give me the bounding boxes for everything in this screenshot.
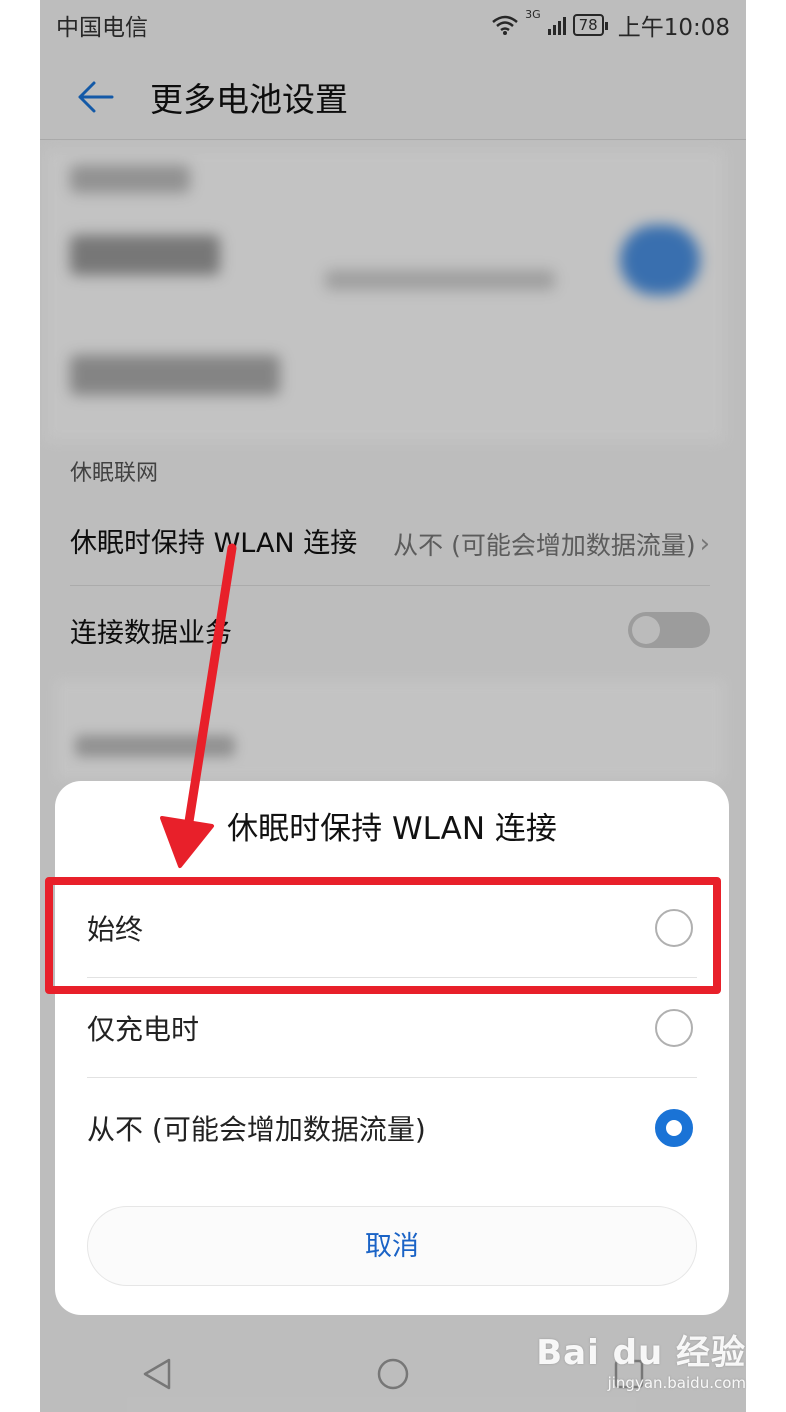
option-always-label: 始终 bbox=[87, 912, 144, 946]
wlan-sleep-setting-label: 休眠时保持 WLAN 连接 bbox=[70, 527, 358, 559]
data-service-label: 连接数据业务 bbox=[70, 617, 232, 649]
wlan-sleep-setting-value: 从不 (可能会增加数据流量) bbox=[393, 530, 696, 560]
cancel-button[interactable]: 取消 bbox=[87, 1206, 697, 1286]
option-never[interactable]: 从不 (可能会增加数据流量) bbox=[87, 1078, 697, 1178]
status-bar: 中国电信 3G 78 上午10:08 bbox=[40, 0, 746, 50]
chevron-right-icon: › bbox=[699, 528, 710, 559]
option-while-charging[interactable]: 仅充电时 bbox=[87, 978, 697, 1078]
blurred-settings-area bbox=[45, 150, 725, 442]
back-button[interactable] bbox=[40, 80, 150, 114]
circle-home-icon bbox=[377, 1358, 409, 1390]
nav-home-button[interactable] bbox=[376, 1357, 410, 1391]
watermark-logo: Bai du 经验 bbox=[536, 1333, 746, 1373]
radio-unchecked-icon[interactable] bbox=[655, 1008, 693, 1047]
signal-icon bbox=[547, 17, 566, 35]
app-header: 更多电池设置 bbox=[40, 55, 746, 140]
page-title: 更多电池设置 bbox=[150, 80, 348, 119]
option-while-charging-label: 仅充电时 bbox=[87, 1012, 200, 1046]
option-never-label: 从不 (可能会增加数据流量) bbox=[87, 1113, 426, 1146]
watermark-url: jingyan.baidu.com bbox=[607, 1374, 746, 1392]
wlan-sleep-setting-row[interactable]: 休眠时保持 WLAN 连接 从不 (可能会增加数据流量) › bbox=[70, 502, 710, 586]
watermark: Bai du 经验 jingyan.baidu.com bbox=[536, 1325, 746, 1392]
section-label: 休眠联网 bbox=[70, 461, 159, 486]
data-service-toggle[interactable] bbox=[628, 612, 710, 648]
status-icons: 3G 78 上午10:08 bbox=[491, 8, 730, 42]
radio-unchecked-icon[interactable] bbox=[655, 908, 693, 947]
carrier-label: 中国电信 bbox=[56, 15, 148, 41]
option-always[interactable]: 始终 bbox=[87, 878, 697, 978]
clock: 上午10:08 bbox=[617, 15, 730, 41]
radio-checked-icon[interactable] bbox=[655, 1109, 693, 1147]
dialog-title: 休眠时保持 WLAN 连接 bbox=[227, 811, 557, 847]
wlan-sleep-dialog: 休眠时保持 WLAN 连接 始终 仅充电时 从不 (可能会增加数据流量) 取消 bbox=[55, 781, 729, 1315]
nav-back-button[interactable] bbox=[141, 1357, 173, 1391]
toggle-knob bbox=[632, 616, 660, 644]
network-type-label: 3G bbox=[525, 8, 541, 21]
triangle-back-icon bbox=[144, 1358, 171, 1390]
battery-icon: 78 bbox=[572, 14, 608, 36]
data-service-row: 连接数据业务 bbox=[70, 590, 710, 670]
back-arrow-icon bbox=[78, 81, 114, 113]
wifi-icon bbox=[492, 15, 518, 35]
blurred-settings-area-2 bbox=[55, 680, 725, 780]
